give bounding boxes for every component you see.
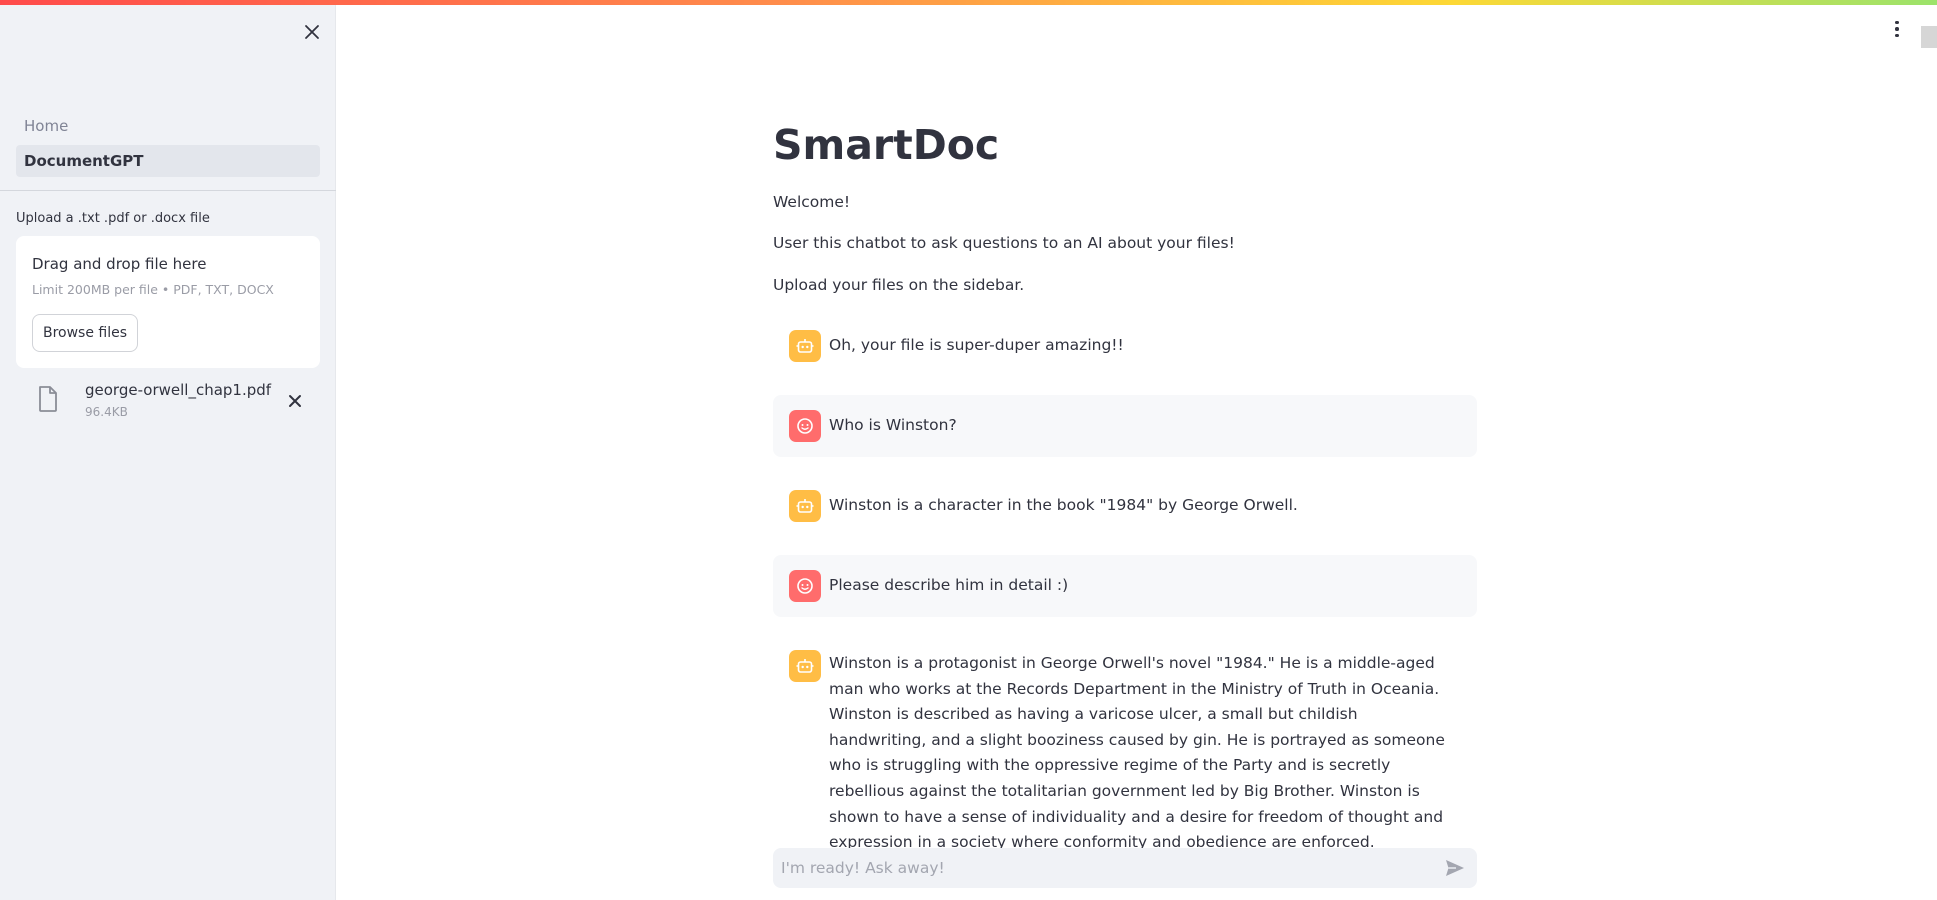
file-dropzone[interactable]: Drag and drop file here Limit 200MB per … [16,236,320,368]
dropzone-limit: Limit 200MB per file • PDF, TXT, DOCX [32,282,274,297]
sidebar-item-documentgpt[interactable]: DocumentGPT [16,145,320,177]
chat-message-text: Winston is a protagonist in George Orwel… [829,654,1445,852]
smiley-icon [789,570,821,602]
send-icon [1446,860,1464,876]
robot-icon [789,330,821,362]
chat-message-text: Oh, your file is super-duper amazing!! [829,336,1124,354]
sidebar: Home DocumentGPT Upload a .txt .pdf or .… [0,0,336,900]
smiley-icon [789,410,821,442]
chat-message-user: Who is Winston? [773,395,1477,457]
chat-input[interactable] [781,848,1421,888]
file-icon [39,386,57,412]
sidebar-divider [0,190,336,191]
uploader-label: Upload a .txt .pdf or .docx file [16,211,210,226]
chat-message-text: Please describe him in detail :) [829,576,1069,594]
chat-message-text: Who is Winston? [829,416,957,434]
file-name: george-orwell_chap1.pdf [85,381,272,399]
scrollbar[interactable] [1921,26,1937,48]
send-button[interactable] [1443,857,1467,879]
close-icon [305,25,319,39]
top-decoration-bar [0,0,1937,5]
intro-welcome: Welcome! [773,193,851,211]
page-title: SmartDoc [773,121,1000,169]
chat-input-container [773,848,1477,888]
robot-icon [789,490,821,522]
remove-file-button[interactable] [284,390,306,412]
browse-files-button[interactable]: Browse files [32,314,138,352]
file-size: 96.4KB [85,405,128,419]
intro-upload-hint: Upload your files on the sidebar. [773,276,1025,294]
chat-message-text: Winston is a character in the book "1984… [829,496,1298,514]
uploaded-file: george-orwell_chap1.pdf 96.4KB [16,378,320,428]
sidebar-nav: Home DocumentGPT [16,110,320,180]
dropzone-title: Drag and drop file here [32,255,207,273]
sidebar-item-home[interactable]: Home [16,110,320,142]
intro-description: User this chatbot to ask questions to an… [773,234,1235,252]
sidebar-close-button[interactable] [300,20,324,44]
close-icon [289,395,301,407]
chat-message-ai: Oh, your file is super-duper amazing!! [773,315,1477,377]
robot-icon [789,650,821,682]
kebab-menu-icon[interactable] [1888,18,1906,40]
chat-message-ai: Winston is a character in the book "1984… [773,475,1477,537]
chat-message-ai: Winston is a protagonist in George Orwel… [773,635,1477,851]
chat-message-user: Please describe him in detail :) [773,555,1477,617]
